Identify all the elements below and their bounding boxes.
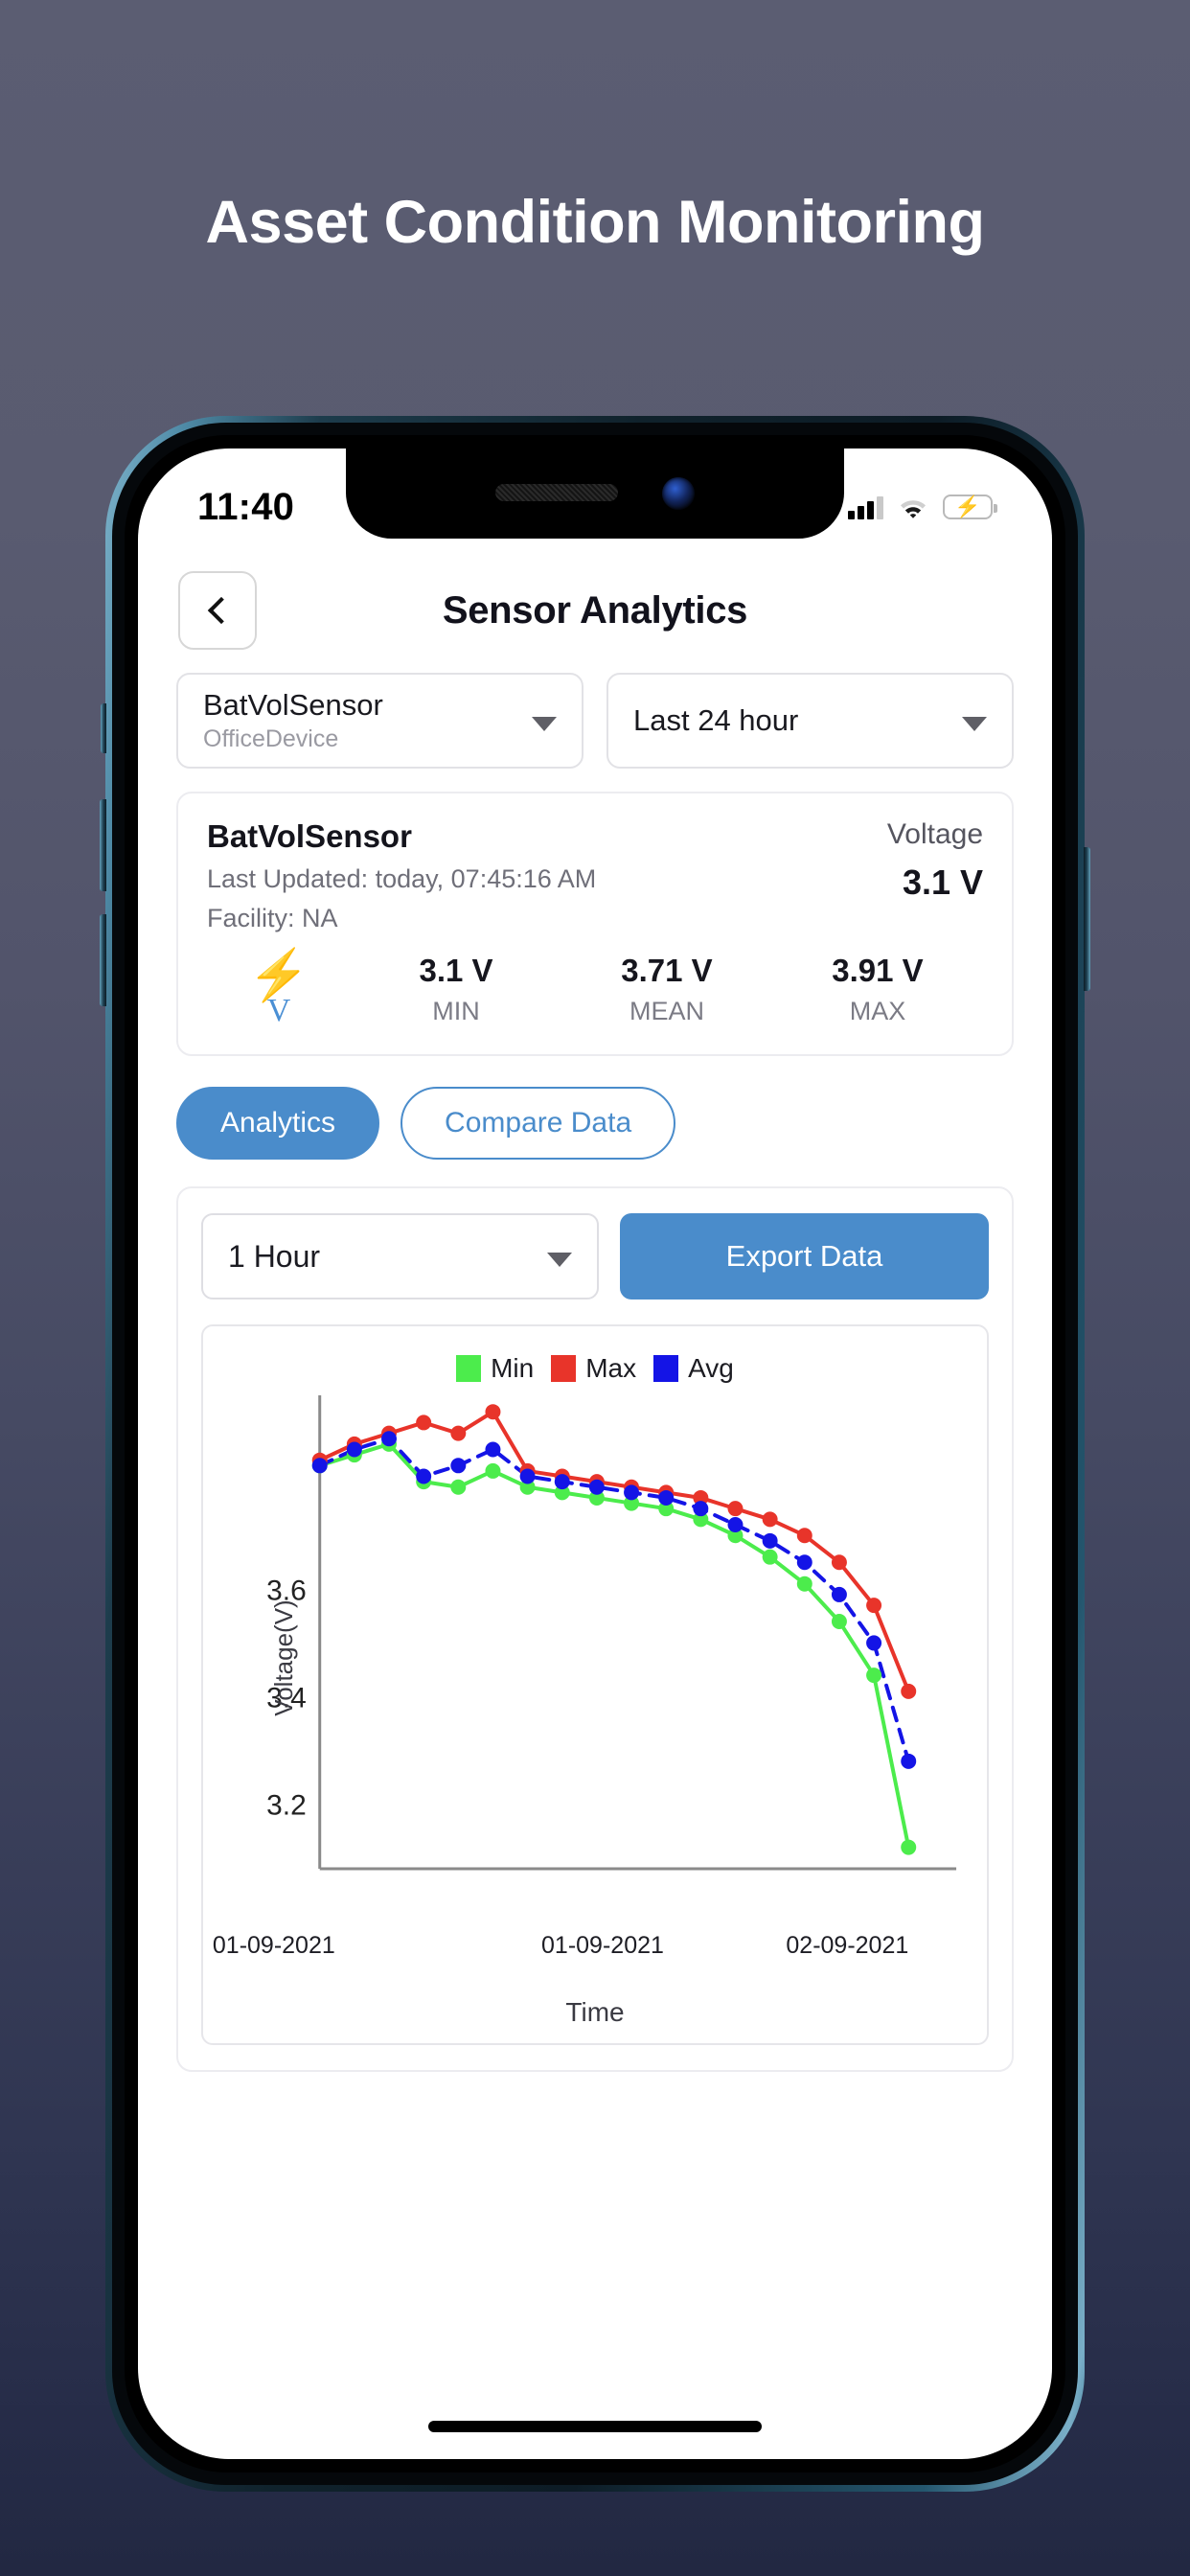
- chevron-down-icon: [547, 1253, 572, 1267]
- sensor-info-card: BatVolSensor Last Updated: today, 07:45:…: [176, 792, 1014, 1056]
- screen-title: Sensor Analytics: [442, 588, 748, 632]
- screen-content: BatVolSensor OfficeDevice Last 24 hour B…: [138, 673, 1052, 2459]
- chart-y-axis-label: Voltage(V): [269, 1599, 299, 1716]
- stat-max-value: 3.91 V: [832, 952, 924, 988]
- measure-value: 3.1 V: [902, 862, 983, 902]
- line-chart: 3.23.43.6: [266, 1395, 957, 1871]
- stat-max-label: MAX: [849, 996, 906, 1025]
- silent-switch[interactable]: [101, 703, 106, 753]
- analytics-panel: 1 Hour Export Data Min Max Avg Voltage(V…: [176, 1186, 1014, 2072]
- tab-analytics[interactable]: Analytics: [176, 1087, 380, 1160]
- sensor-stats-row: ⚡ V 3.1 V MIN 3.71 V MEAN 3.91 V MAX: [207, 951, 983, 1027]
- view-tabs: Analytics Compare Data: [138, 1056, 1052, 1160]
- battery-charging-icon: ⚡: [943, 494, 997, 519]
- chart-x-tick-2: 02-09-2021: [786, 1932, 909, 1959]
- chart-plot-area: Voltage(V) 3.2 3.4 3.6: [213, 1390, 977, 1926]
- legend-swatch-avg: [653, 1355, 679, 1382]
- volume-up-button[interactable]: [100, 799, 106, 891]
- power-button[interactable]: [1084, 847, 1090, 991]
- device-select-value: BatVolSensor: [203, 688, 383, 723]
- volume-down-button[interactable]: [100, 914, 106, 1006]
- chart-card: Min Max Avg Voltage(V) 3.2 3.4 3.6 01-09…: [201, 1324, 989, 2045]
- chart-x-tick-1: 01-09-2021: [541, 1932, 664, 1959]
- front-camera-icon: [662, 477, 695, 510]
- time-range-select[interactable]: Last 24 hour: [606, 673, 1014, 769]
- selector-row: BatVolSensor OfficeDevice Last 24 hour: [138, 673, 1052, 769]
- stat-mean: 3.71 V MEAN: [561, 953, 772, 1026]
- chart-legend: Min Max Avg: [213, 1344, 977, 1390]
- stat-min: 3.1 V MIN: [351, 953, 561, 1026]
- phone-band: 11:40 ⚡ Sensor Analytics BatVolSensor Of…: [112, 423, 1078, 2485]
- legend-swatch-max: [551, 1355, 577, 1382]
- chart-x-tick-0: 01-09-2021: [212, 1932, 335, 1959]
- cellular-signal-icon: [848, 494, 883, 519]
- export-data-button[interactable]: Export Data: [620, 1213, 989, 1300]
- tab-compare-data[interactable]: Compare Data: [400, 1087, 676, 1160]
- legend-item-avg: Avg: [653, 1353, 734, 1384]
- sensor-facility: Facility: NA: [207, 904, 338, 932]
- sensor-info-left: BatVolSensor Last Updated: today, 07:45:…: [207, 818, 887, 933]
- legend-item-min: Min: [456, 1353, 534, 1384]
- stat-min-value: 3.1 V: [419, 952, 493, 988]
- chevron-down-icon: [962, 717, 987, 731]
- stat-max: 3.91 V MAX: [772, 953, 983, 1026]
- sensor-info-right: Voltage 3.1 V: [887, 818, 983, 903]
- stat-min-label: MIN: [432, 996, 480, 1025]
- wifi-icon: [901, 500, 926, 518]
- legend-label-min: Min: [491, 1353, 535, 1383]
- earpiece-speaker-icon: [495, 484, 618, 501]
- chevron-down-icon: [532, 717, 557, 731]
- svg-text:3.2: 3.2: [266, 1790, 307, 1822]
- sensor-last-updated: Last Updated: today, 07:45:16 AM: [207, 864, 597, 893]
- voltage-bolt-icon: ⚡ V: [207, 951, 351, 1027]
- status-bar-icons: ⚡: [848, 494, 997, 519]
- sensor-name: BatVolSensor: [207, 818, 412, 854]
- home-indicator[interactable]: [428, 2421, 762, 2432]
- measure-label: Voltage: [886, 818, 983, 850]
- device-select-subtitle: OfficeDevice: [203, 724, 339, 752]
- chart-x-axis-ticks: 01-09-2021 01-09-2021 02-09-2021: [213, 1926, 977, 1959]
- interval-select[interactable]: 1 Hour: [201, 1213, 599, 1300]
- stat-mean-label: MEAN: [629, 996, 704, 1025]
- device-select[interactable]: BatVolSensor OfficeDevice: [176, 673, 584, 769]
- legend-swatch-min: [456, 1355, 482, 1382]
- page-title: Asset Condition Monitoring: [205, 189, 985, 256]
- legend-item-max: Max: [551, 1353, 636, 1384]
- panel-toolbar: 1 Hour Export Data: [201, 1213, 989, 1300]
- time-range-select-value: Last 24 hour: [633, 703, 799, 738]
- dynamic-island-notch: [346, 448, 844, 539]
- chart-x-axis-label: Time: [565, 1997, 625, 2027]
- sensor-info-header: BatVolSensor Last Updated: today, 07:45:…: [207, 818, 983, 933]
- navigation-bar: Sensor Analytics: [138, 548, 1052, 673]
- stat-mean-value: 3.71 V: [621, 952, 713, 988]
- phone-screen: 11:40 ⚡ Sensor Analytics BatVolSensor Of…: [138, 448, 1052, 2459]
- phone-bezel: 11:40 ⚡ Sensor Analytics BatVolSensor Of…: [125, 435, 1065, 2472]
- voltage-unit-letter: V: [266, 993, 291, 1028]
- legend-label-max: Max: [585, 1353, 637, 1383]
- status-bar-time: 11:40: [197, 485, 295, 528]
- legend-label-avg: Avg: [688, 1353, 734, 1383]
- phone-device-frame: 11:40 ⚡ Sensor Analytics BatVolSensor Of…: [100, 416, 1090, 2492]
- interval-select-value: 1 Hour: [228, 1238, 321, 1274]
